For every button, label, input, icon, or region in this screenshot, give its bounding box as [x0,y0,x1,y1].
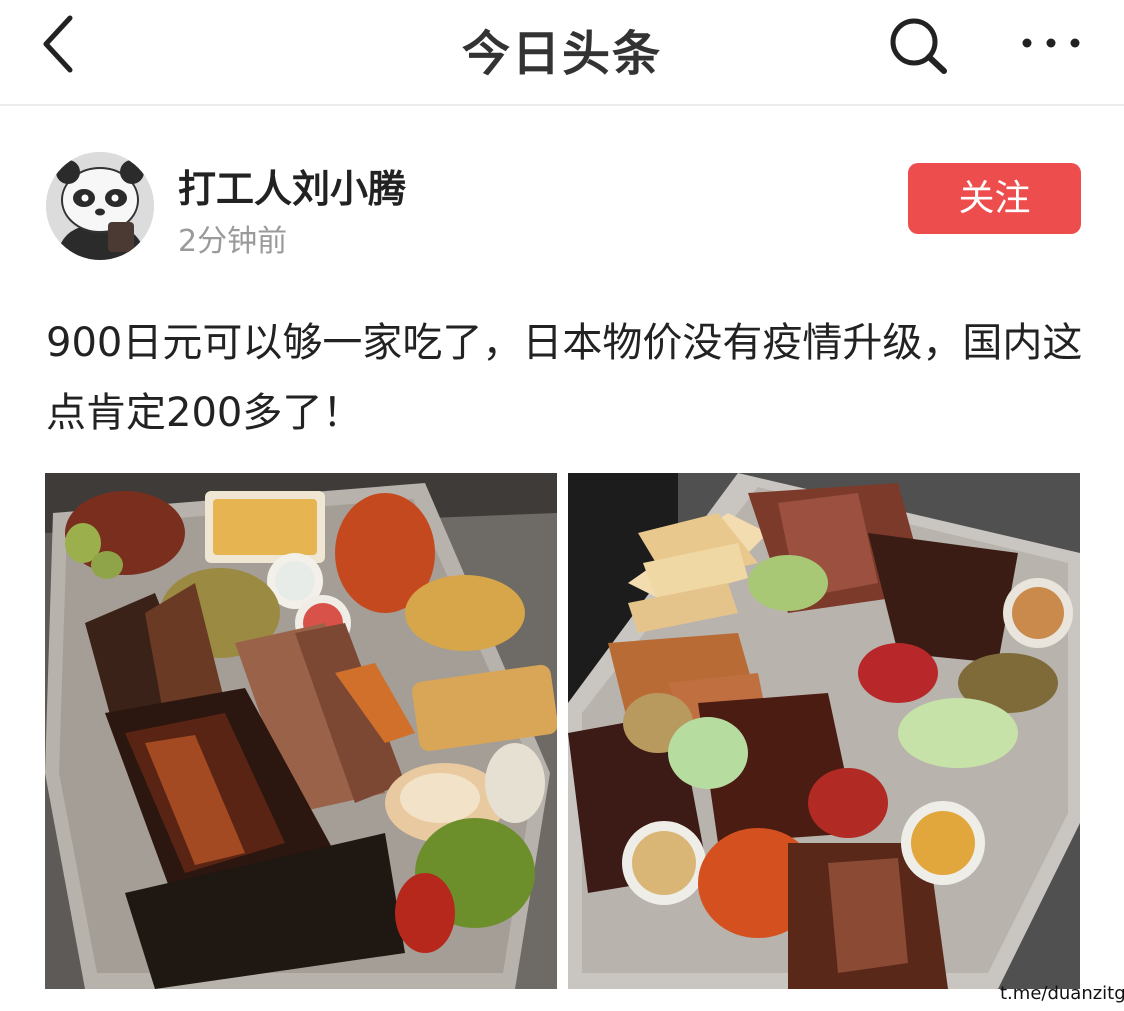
post-time: 2分钟前 [178,224,288,259]
post-image-1[interactable] [45,473,557,989]
author-name[interactable]: 打工人刘小腾 [178,158,406,213]
more-horizontal-icon[interactable] [1018,28,1084,58]
post-image-2[interactable] [568,473,1080,989]
bbq-platter-photo [45,473,557,989]
follow-button[interactable]: 关注 [908,163,1081,234]
bbq-platter-photo [568,473,1080,989]
search-icon[interactable] [884,14,950,76]
app-title: 今日头条 [461,26,662,82]
post-text: 900日元可以够一家吃了，日本物价没有疫情升级，国内这点肯定200多了！ [46,320,1083,436]
watermark: t.me/duanzitg [1000,983,1124,1004]
top-nav-bar: 今日头条 [0,0,1124,106]
avatar[interactable] [46,152,154,260]
panda-avatar-icon [46,152,154,260]
